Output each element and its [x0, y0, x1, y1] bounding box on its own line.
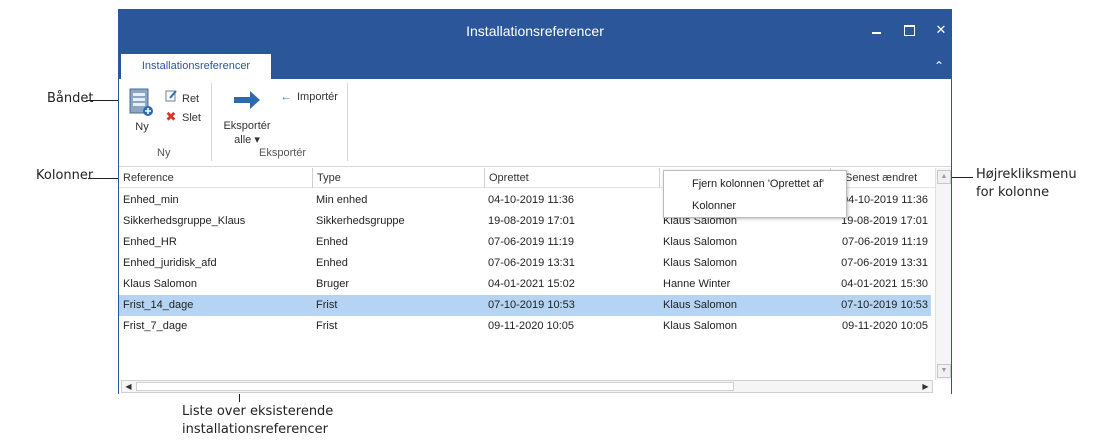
group-divider — [211, 83, 212, 161]
cell-reference: Frist_14_dage — [123, 299, 194, 311]
new-button-label: Ny — [135, 121, 149, 133]
annotation-columns-line — [88, 178, 122, 179]
cell-type: Frist — [316, 320, 338, 332]
cell-oprettet: 07-10-2019 10:53 — [488, 299, 575, 311]
group-divider — [347, 83, 348, 161]
import-button-label: Importér — [297, 91, 338, 103]
column-header-reference[interactable]: Reference — [119, 168, 311, 188]
cell-reference: Enhed_juridisk_afd — [123, 257, 217, 269]
cell-reference: Sikkerhedsgruppe_Klaus — [123, 215, 246, 227]
cell-reference: Enhed_min — [123, 194, 179, 206]
cell-senest: 07-06-2019 11:19 — [841, 236, 928, 248]
import-button[interactable]: ← Importér — [279, 89, 338, 105]
scroll-left-icon[interactable]: ◀ — [122, 381, 135, 392]
cell-type: Enhed — [316, 257, 348, 269]
cell-oprettet: 07-06-2019 11:19 — [488, 236, 575, 248]
cell-oprettet-af: Hanne Winter — [663, 278, 731, 290]
export-all-label-1: Eksportér — [223, 120, 271, 132]
maximize-icon[interactable] — [895, 18, 923, 42]
cell-reference: Enhed_HR — [123, 236, 177, 248]
table-row[interactable]: Frist_7_dage Frist 09-11-2020 10:05 Klaus S… — [119, 316, 931, 337]
tab-installationsreferencer[interactable]: Installationsreferencer — [121, 54, 271, 79]
annotation-context-menu-1: Højrekliksmenu — [976, 167, 1077, 182]
cell-reference: Klaus Salomon — [123, 278, 197, 290]
pencil-icon — [164, 89, 178, 107]
cell-type: Bruger — [316, 278, 350, 290]
close-icon[interactable]: ✕ — [927, 18, 955, 42]
cell-oprettet: 07-06-2019 13:31 — [488, 257, 575, 269]
cell-oprettet-af: Klaus Salomon — [663, 299, 737, 311]
column-context-menu: Fjern kolonnen 'Oprettet af' Kolonner — [663, 170, 847, 218]
cell-oprettet-af: Klaus Salomon — [663, 236, 737, 248]
menu-item-columns[interactable]: Kolonner — [692, 196, 736, 216]
annotation-list-2: installationsreferencer — [182, 422, 328, 437]
ribbon: Ny Ret ✖ Slet Ny Eksportér alle ▾ ← Import… — [119, 79, 951, 167]
cell-oprettet-af: Klaus Salomon — [663, 320, 737, 332]
cell-oprettet: 09-11-2020 10:05 — [488, 320, 575, 332]
table-row[interactable]: Enhed_juridisk_afd Enhed 07-06-2019 13:31 K… — [119, 253, 931, 274]
cell-oprettet: 19-08-2019 17:01 — [488, 215, 575, 227]
new-record-icon — [129, 88, 153, 116]
table-row[interactable]: Klaus Salomon Bruger 04-01-2021 15:02 Hanne… — [119, 274, 931, 295]
cell-senest: 09-11-2020 10:05 — [841, 320, 928, 332]
table-row[interactable]: Frist_14_dage Frist 07-10-2019 10:53 Klaus … — [119, 295, 931, 316]
column-header-type[interactable]: Type — [312, 168, 482, 188]
column-header-oprettet[interactable]: Oprettet — [484, 168, 658, 188]
cell-type: Frist — [316, 299, 338, 311]
cell-oprettet: 04-01-2021 15:02 — [488, 278, 575, 290]
export-all-button[interactable]: Eksportér alle ▾ — [219, 89, 275, 146]
chevron-up-icon[interactable]: ⌃ — [931, 56, 947, 76]
arrow-right-icon — [234, 91, 260, 109]
cell-senest: 07-06-2019 13:31 — [841, 257, 928, 269]
scroll-down-icon[interactable]: ▼ — [937, 364, 951, 378]
edit-button-label: Ret — [182, 93, 200, 105]
annotation-list-1: Liste over eksisterende — [182, 404, 334, 419]
annotation-columns: Kolonner — [36, 168, 94, 183]
group-label-eksporter: Eksportér — [259, 147, 307, 159]
vertical-scrollbar[interactable]: ▲ ▼ — [935, 168, 951, 380]
new-button[interactable]: Ny — [127, 87, 155, 135]
annotation-ribbon-line — [86, 100, 122, 101]
ribbon-tabstrip: Installationsreferencer ⌃ — [119, 54, 951, 79]
window-title: Installationsreferencer — [466, 23, 604, 39]
cell-senest: 04-01-2021 15:30 — [841, 278, 928, 290]
delete-x-icon: ✖ — [165, 109, 177, 124]
horizontal-scrollbar[interactable]: ◀ ▶ — [121, 380, 933, 393]
group-label-ny: Ny — [157, 147, 171, 159]
cell-oprettet-af: Klaus Salomon — [663, 257, 737, 269]
minimize-icon[interactable] — [863, 18, 891, 42]
cell-type: Enhed — [316, 236, 348, 248]
annotation-context-menu-2: for kolonne — [976, 185, 1050, 200]
arrow-left-icon: ← — [280, 91, 292, 103]
delete-button-label: Slet — [182, 112, 201, 124]
scroll-right-icon[interactable]: ▶ — [919, 381, 932, 392]
export-all-label-2: alle ▾ — [234, 134, 260, 146]
delete-button[interactable]: ✖ Slet — [164, 109, 201, 125]
cell-type: Min enhed — [316, 194, 368, 206]
menu-item-remove-column[interactable]: Fjern kolonnen 'Oprettet af' — [692, 174, 824, 194]
cell-senest: 07-10-2019 10:53 — [841, 299, 928, 311]
cell-oprettet: 04-10-2019 11:36 — [488, 194, 575, 206]
horizontal-scroll-thumb[interactable] — [136, 382, 734, 391]
scroll-up-icon[interactable]: ▲ — [937, 170, 951, 184]
edit-button[interactable]: Ret — [164, 89, 199, 105]
annotation-ribbon: Båndet — [47, 91, 94, 106]
cell-type: Sikkerhedsgruppe — [316, 215, 405, 227]
title-bar[interactable]: Installationsreferencer ✕ — [119, 10, 951, 54]
table-row[interactable]: Enhed_HR Enhed 07-06-2019 11:19 Klaus Salom… — [119, 232, 931, 253]
cell-reference: Frist_7_dage — [123, 320, 188, 332]
